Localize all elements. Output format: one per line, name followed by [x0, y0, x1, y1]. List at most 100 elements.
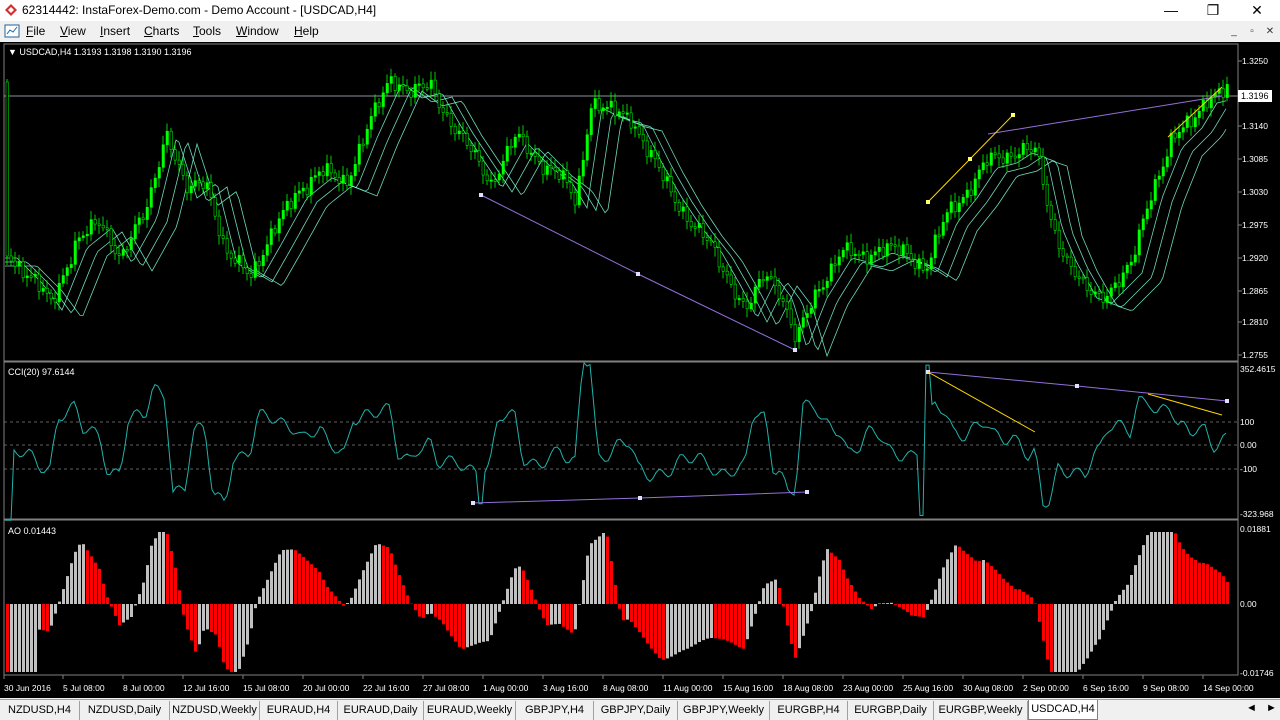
chart-tab-eurgbp-weekly[interactable]: EURGBP,Weekly — [934, 701, 1028, 720]
price-candle — [357, 143, 361, 165]
ao-bar — [918, 604, 921, 617]
price-candle — [93, 219, 97, 225]
price-candle — [117, 253, 121, 256]
menu-help[interactable]: Help — [294, 24, 319, 38]
minimize-button[interactable]: — — [1150, 0, 1192, 21]
time-tick-label: 2 Sep 00:00 — [1023, 683, 1069, 693]
price-candle — [145, 207, 149, 220]
price-candle — [1197, 110, 1201, 118]
ao-bar — [238, 604, 241, 669]
ao-bar — [842, 569, 845, 604]
menu-view[interactable]: View — [60, 24, 86, 38]
chart-tab-gbpjpy-daily[interactable]: GBPJPY,Daily — [594, 701, 678, 720]
time-tick-label: 20 Jul 00:00 — [303, 683, 350, 693]
mdi-minimize-button[interactable]: _ — [1226, 24, 1242, 40]
tab-scroll-right-button[interactable]: ► — [1266, 702, 1277, 714]
chart-window-icon[interactable] — [4, 24, 20, 38]
cci-tick-label: 100 — [1240, 417, 1254, 427]
menu-file[interactable]: File — [26, 24, 45, 38]
price-candle — [193, 180, 197, 187]
maximize-button[interactable]: ❐ — [1192, 0, 1234, 21]
ao-bar — [154, 538, 157, 604]
cci-trendline-handle — [471, 501, 475, 505]
ao-bar — [242, 604, 245, 657]
chart-tab-eurgbp-daily[interactable]: EURGBP,Daily — [848, 701, 934, 720]
price-candle — [233, 257, 237, 264]
menu-tools[interactable]: Tools — [193, 24, 221, 38]
ao-bar — [530, 589, 533, 604]
chart-tab-euraud-weekly[interactable]: EURAUD,Weekly — [424, 701, 516, 720]
chart-tab-euraud-h4[interactable]: EURAUD,H4 — [260, 701, 338, 720]
chart-tab-nzdusd-weekly[interactable]: NZDUSD,Weekly — [170, 701, 260, 720]
ao-bar — [338, 600, 341, 604]
price-candle — [1161, 166, 1165, 177]
price-candle — [781, 298, 785, 302]
close-button[interactable]: ✕ — [1236, 0, 1278, 21]
ao-bar — [346, 603, 349, 604]
current-price-label: 1.3196 — [1241, 91, 1269, 101]
price-candle — [1085, 277, 1089, 291]
ao-bar — [398, 575, 401, 604]
chart-tab-euraud-daily[interactable]: EURAUD,Daily — [338, 701, 424, 720]
price-candle — [541, 161, 545, 175]
ao-bar — [378, 544, 381, 604]
price-candle — [977, 169, 981, 180]
menu-charts[interactable]: Charts — [144, 24, 179, 38]
price-chart-canvas[interactable]: 1.3250 1.3140 1.3085 1.3030 1.2975 1.2920 1.28… — [0, 42, 1280, 698]
price-candle — [1065, 255, 1069, 258]
ao-bar — [1090, 604, 1093, 652]
price-candle — [1021, 143, 1025, 155]
ao-bar — [382, 545, 385, 604]
price-candle — [369, 116, 373, 130]
chart-tab-eurgbp-h4[interactable]: EURGBP,H4 — [770, 701, 848, 720]
ao-bar — [1034, 603, 1037, 604]
price-candle — [137, 217, 141, 225]
ao-bar — [994, 569, 997, 604]
price-candle — [1173, 132, 1177, 139]
price-candle — [893, 244, 897, 247]
price-candle — [393, 76, 397, 91]
price-candle — [425, 87, 429, 90]
ao-bar — [286, 549, 289, 604]
ao-bar — [478, 604, 481, 643]
price-candle — [1209, 96, 1213, 109]
price-candle — [1025, 143, 1029, 150]
ao-bar — [110, 604, 113, 607]
chart-window[interactable]: 1.3250 1.3140 1.3085 1.3030 1.2975 1.2920 1.28… — [0, 42, 1280, 698]
ao-bar — [98, 568, 101, 604]
price-candle — [637, 126, 641, 135]
price-candle — [509, 145, 513, 148]
ao-bar — [934, 589, 937, 604]
price-candle — [1133, 254, 1137, 263]
mdi-close-button[interactable]: ✕ — [1262, 24, 1278, 40]
price-candle — [821, 287, 825, 290]
ao-bar — [470, 604, 473, 646]
price-candle — [309, 176, 313, 195]
tab-scroll-left-button[interactable]: ◄ — [1246, 702, 1257, 714]
price-candle — [897, 245, 901, 256]
price-candle — [445, 112, 449, 115]
price-candle — [1073, 266, 1077, 278]
ao-bar — [102, 583, 105, 604]
ao-bar — [358, 579, 361, 604]
ao-bar — [262, 588, 265, 604]
ao-bar — [514, 568, 517, 604]
chart-tab-gbpjpy-weekly[interactable]: GBPJPY,Weekly — [678, 701, 770, 720]
mdi-restore-button[interactable]: ▫ — [1244, 24, 1260, 40]
menu-insert[interactable]: Insert — [100, 24, 130, 38]
price-candle — [641, 134, 645, 142]
price-candle — [417, 83, 421, 86]
chart-tab-nzdusd-daily[interactable]: NZDUSD,Daily — [80, 701, 170, 720]
chart-tab-nzdusd-h4[interactable]: NZDUSD,H4 — [0, 701, 80, 720]
ao-bar — [942, 567, 945, 604]
chart-tab-gbpjpy-h4[interactable]: GBPJPY,H4 — [516, 701, 594, 720]
menu-window[interactable]: Window — [236, 24, 279, 38]
price-candle — [421, 83, 425, 89]
chart-tab-usdcad-h4[interactable]: USDCAD,H4 — [1028, 700, 1098, 720]
price-candle — [877, 246, 881, 252]
ao-bar — [946, 559, 949, 604]
ao-bar — [590, 543, 593, 604]
ao-bar — [42, 604, 45, 631]
ao-bar — [930, 599, 933, 604]
ao-bar — [610, 561, 613, 604]
